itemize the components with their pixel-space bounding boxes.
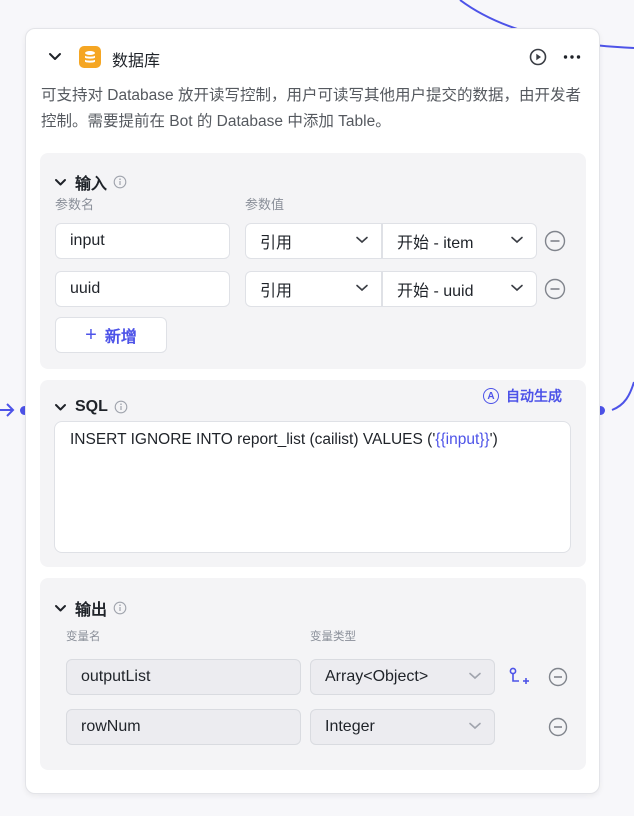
output-section-header[interactable]: 输出: [54, 596, 127, 620]
info-icon[interactable]: [114, 400, 128, 414]
section-title: SQL: [75, 398, 108, 415]
output-var-name: outputList: [66, 659, 301, 695]
remove-output-icon[interactable]: [547, 666, 569, 688]
node-description: 可支持对 Database 放开读写控制，用户可读写其他用户提交的数据，由开发者…: [41, 87, 581, 130]
output-var-type-value: Array<Object>: [325, 668, 429, 685]
param-type-select[interactable]: 引用: [245, 223, 382, 259]
section-title: 输入: [75, 176, 108, 193]
input-section: 输入 参数名 参数值 input 引用 开始 - item uuid 引用 开始…: [40, 153, 586, 369]
database-node-card[interactable]: 数据库 可支持对 Database 放开读写控制，用户可读写其他用户提交的数据，…: [25, 28, 600, 794]
sql-section: SQL A 自动生成 INSERT IGNORE INTO report_lis…: [40, 380, 586, 567]
output-section: 输出 变量名 变量类型 outputList Array<Object> row…: [40, 578, 586, 770]
sql-query-prefix: INSERT IGNORE INTO report_list (cailist)…: [70, 431, 436, 448]
chevron-down-icon: [356, 284, 368, 292]
param-value-text: 开始 - item: [397, 235, 474, 252]
node-header: 数据库: [26, 29, 599, 87]
chevron-down-icon: [511, 284, 523, 292]
remove-output-icon[interactable]: [547, 716, 569, 738]
sql-editor[interactable]: INSERT IGNORE INTO report_list (cailist)…: [54, 421, 571, 553]
section-title: 输出: [75, 602, 108, 619]
param-type-value: 引用: [260, 235, 293, 252]
run-icon[interactable]: [529, 48, 547, 66]
param-value-select[interactable]: 开始 - item: [382, 223, 537, 259]
add-sub-item-icon[interactable]: [508, 667, 530, 687]
var-type-label: 变量类型: [310, 631, 356, 643]
param-type-select[interactable]: 引用: [245, 271, 382, 307]
sql-query-suffix: '): [489, 431, 498, 448]
param-name-input[interactable]: uuid: [55, 271, 230, 307]
sql-query-variable: {{input}}: [435, 431, 490, 448]
output-var-type-select: Integer: [310, 709, 495, 745]
input-section-header[interactable]: 输入: [54, 170, 127, 194]
plus-icon: +: [85, 324, 97, 346]
sql-section-header[interactable]: SQL: [54, 398, 128, 416]
param-type-value: 引用: [260, 283, 293, 300]
output-var-type-select: Array<Object>: [310, 659, 495, 695]
collapse-chevron-icon[interactable]: [54, 604, 67, 613]
remove-param-icon[interactable]: [544, 230, 566, 252]
collapse-chevron-icon[interactable]: [48, 52, 62, 62]
auto-generate-icon: A: [483, 388, 499, 404]
info-icon[interactable]: [113, 601, 127, 615]
param-value-text: 开始 - uuid: [397, 283, 474, 300]
param-value-select[interactable]: 开始 - uuid: [382, 271, 537, 307]
chevron-down-icon: [469, 672, 481, 680]
auto-generate-button[interactable]: A 自动生成: [483, 386, 562, 406]
output-var-type-value: Integer: [325, 718, 375, 735]
node-title: 数据库: [112, 53, 161, 70]
more-options-icon[interactable]: [562, 48, 582, 66]
database-icon: [79, 46, 101, 68]
output-var-name: rowNum: [66, 709, 301, 745]
chevron-down-icon: [356, 236, 368, 244]
param-name-input[interactable]: input: [55, 223, 230, 259]
param-value-label: 参数值: [245, 197, 285, 212]
var-name-label: 变量名: [66, 631, 101, 643]
auto-generate-label: 自动生成: [506, 388, 562, 404]
chevron-down-icon: [469, 722, 481, 730]
collapse-chevron-icon[interactable]: [54, 178, 67, 187]
add-param-button[interactable]: + 新增: [55, 317, 167, 353]
remove-param-icon[interactable]: [544, 278, 566, 300]
collapse-chevron-icon[interactable]: [54, 403, 67, 412]
info-icon[interactable]: [113, 175, 127, 189]
add-param-label: 新增: [104, 329, 137, 346]
chevron-down-icon: [511, 236, 523, 244]
param-name-label: 参数名: [55, 197, 95, 212]
